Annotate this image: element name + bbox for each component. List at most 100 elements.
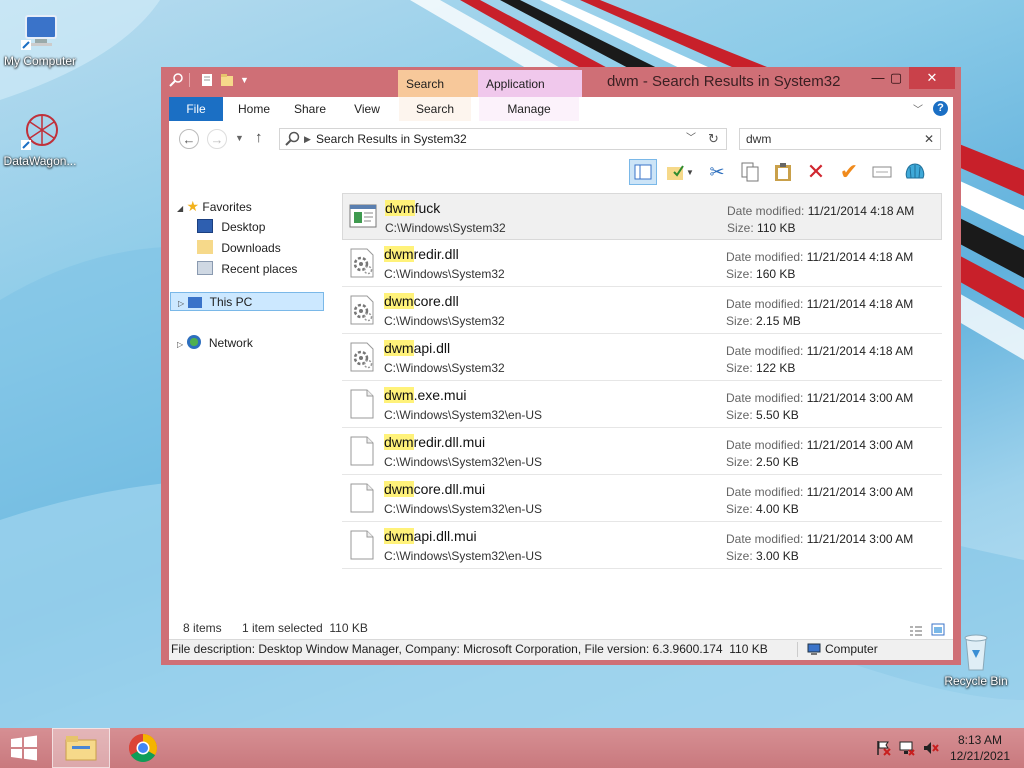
file-row[interactable]: dwmapi.dll C:\Windows\System32 Date modifi… — [342, 334, 942, 381]
file-row[interactable]: dwmapi.dll.mui C:\Windows\System32\en-US D… — [342, 522, 942, 569]
address-bar[interactable]: ▶ Search Results in System32 ﹀ ↻ — [279, 128, 727, 150]
recent-locations-icon[interactable]: ▼ — [235, 133, 244, 143]
file-row[interactable]: dwmcore.dll.mui C:\Windows\System32\en-US… — [342, 475, 942, 522]
details-bar: File description: Desktop Window Manager… — [169, 639, 953, 660]
generic-file-icon — [348, 530, 376, 560]
details-divider — [797, 642, 798, 657]
network-icon — [186, 335, 201, 349]
desktop-icon-my-computer[interactable]: My Computer — [0, 12, 80, 68]
help-icon[interactable]: ? — [933, 101, 948, 116]
network-tray-icon[interactable] — [899, 740, 915, 756]
search-highlight: dwm — [385, 200, 415, 216]
cut-icon[interactable]: ✂ — [703, 159, 731, 185]
ribbon-expand-icon[interactable]: ﹀ — [913, 101, 923, 116]
copy-icon[interactable] — [736, 159, 764, 185]
tab-file[interactable]: File — [169, 97, 223, 121]
clock-date: 12/21/2021 — [949, 749, 1010, 763]
desktop-icon — [197, 219, 213, 233]
clear-search-icon[interactable]: ✕ — [924, 129, 934, 149]
star-icon: ★ — [186, 198, 200, 214]
address-dropdown-icon[interactable]: ﹀ — [686, 129, 696, 149]
nav-recent-places[interactable]: Recent places — [197, 260, 297, 278]
expand-triangle-icon: ▷ — [178, 299, 185, 308]
shell-icon[interactable] — [901, 159, 929, 185]
chevron-down-icon[interactable]: ▼ — [240, 73, 254, 87]
file-row[interactable]: dwmredir.dll C:\Windows\System32 Date modi… — [342, 240, 942, 287]
file-row[interactable]: dwmredir.dll.mui C:\Windows\System32\en-U… — [342, 428, 942, 475]
close-button[interactable]: ✕ — [909, 67, 955, 89]
back-button[interactable]: ← — [179, 129, 199, 149]
file-name: dwmredir.dll.mui — [384, 434, 486, 450]
explorer-window: ▼ Search Tools Application Tools dwm - S… — [161, 67, 961, 665]
maximize-button[interactable]: ▢ — [879, 67, 913, 89]
paste-icon[interactable] — [769, 159, 797, 185]
volume-muted-icon[interactable] — [923, 740, 939, 756]
tab-manage[interactable]: Manage — [479, 97, 579, 121]
quick-access-toolbar: ▼ — [169, 73, 254, 87]
zone-label: Computer — [825, 642, 878, 656]
file-row[interactable]: dwmcore.dll C:\Windows\System32 Date modif… — [342, 287, 942, 334]
file-date: Date modified: 11/21/2014 3:00 AM — [726, 532, 914, 546]
system-clock[interactable]: 8:13 AM 12/21/2021 — [950, 732, 1010, 764]
selection-info: 1 item selected 110 KB — [242, 621, 368, 635]
computer-icon — [20, 12, 60, 52]
nav-network[interactable]: ▷ Network — [177, 334, 253, 352]
select-folder-icon[interactable]: ▼ — [662, 159, 698, 185]
tab-search[interactable]: Search — [399, 97, 471, 121]
search-input[interactable]: dwm ✕ — [739, 128, 941, 150]
dll-file-icon — [348, 295, 376, 325]
file-date: Date modified: 11/21/2014 4:18 AM — [726, 297, 914, 311]
address-row: ← → ▼ ↑ ▶ Search Results in System32 ﹀ ↻… — [169, 125, 953, 153]
refresh-icon[interactable]: ↻ — [708, 129, 719, 149]
computer-small-icon — [807, 643, 821, 661]
rename-check-icon[interactable]: ✔ — [835, 159, 863, 185]
file-date: Date modified: 11/21/2014 4:18 AM — [726, 344, 914, 358]
title-bar[interactable]: ▼ Search Tools Application Tools dwm - S… — [161, 67, 961, 119]
nav-downloads[interactable]: Downloads — [197, 239, 281, 257]
status-bar: 8 items 1 item selected 110 KB — [169, 617, 953, 639]
tab-home[interactable]: Home — [231, 97, 277, 121]
nav-this-pc[interactable]: ▷ This PC — [170, 292, 324, 311]
desktop-icon-label: My Computer — [3, 54, 77, 68]
context-tab-application-tools[interactable]: Application Tools — [478, 70, 582, 119]
forward-button[interactable]: → — [207, 129, 227, 149]
tab-view[interactable]: View — [345, 97, 389, 121]
up-button[interactable]: ↑ — [255, 129, 263, 146]
properties-toolbar-icon[interactable] — [868, 159, 896, 185]
window-title: dwm - Search Results in System32 — [607, 73, 841, 90]
command-toolbar: ▼ ✂ ✕ ✔ — [629, 157, 953, 187]
file-path: C:\Windows\System32\en-US — [384, 502, 543, 516]
file-path: C:\Windows\System32 — [384, 361, 505, 375]
file-name: dwmapi.dll.mui — [384, 528, 477, 544]
file-name: dwmapi.dll — [384, 340, 451, 356]
chrome-icon — [129, 734, 157, 762]
start-button[interactable] — [0, 728, 48, 768]
action-center-flag-icon[interactable] — [875, 740, 891, 756]
taskbar-file-explorer[interactable] — [52, 728, 110, 768]
file-row[interactable]: dwmfuck C:\Windows\System32 Date modified:… — [342, 193, 942, 240]
delete-icon[interactable]: ✕ — [802, 159, 830, 185]
recent-places-icon — [197, 261, 213, 275]
search-highlight: dwm — [384, 481, 414, 497]
file-path: C:\Windows\System32 — [384, 314, 505, 328]
desktop-icon-datawagon[interactable]: DataWagon... — [0, 112, 80, 168]
file-size: Size: 3.00 KB — [726, 549, 799, 563]
properties-icon[interactable] — [200, 73, 214, 87]
downloads-folder-icon — [197, 240, 213, 254]
tab-share[interactable]: Share — [287, 97, 333, 121]
search-highlight: dwm — [384, 246, 414, 262]
preview-pane-button[interactable] — [629, 159, 657, 185]
taskbar-chrome[interactable] — [114, 728, 172, 768]
context-tab-search-tools[interactable]: Search Tools — [398, 70, 478, 119]
breadcrumb: Search Results in System32 — [316, 132, 467, 146]
file-row[interactable]: dwm.exe.mui C:\Windows\System32\en-US Date… — [342, 381, 942, 428]
nav-favorites[interactable]: ◢ ★ Favorites — [177, 197, 252, 215]
expand-triangle-icon: ▷ — [177, 340, 184, 349]
nav-desktop[interactable]: Desktop — [197, 218, 265, 236]
clock-time: 8:13 AM — [957, 733, 1002, 747]
file-description: File description: Desktop Window Manager… — [171, 642, 768, 656]
search-tool-icon[interactable] — [169, 73, 183, 87]
windows-logo-icon — [11, 735, 37, 761]
new-folder-icon[interactable] — [220, 73, 234, 87]
file-path: C:\Windows\System32\en-US — [384, 455, 543, 469]
